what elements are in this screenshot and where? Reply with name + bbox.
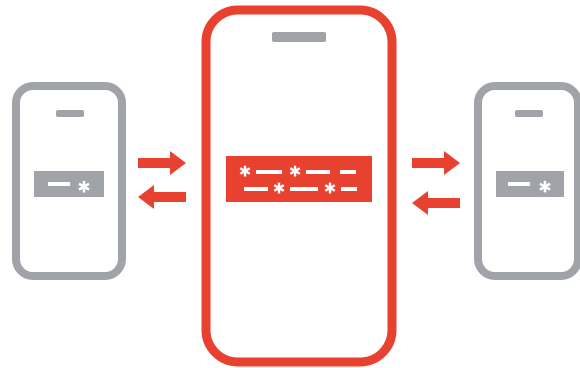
right-phone-icon: ✱ [474,82,580,280]
right-phone-dash [508,182,530,186]
right-exchange-arrows-icon [412,151,460,215]
code-dash [306,170,330,174]
code-asterisk-icon: ✱ [239,163,252,181]
phone-code-exchange-diagram: ✱ ✱ ✱ ✱ ✱ ✱ [12,5,580,367]
code-dash [290,187,318,191]
center-phone-code-field: ✱ ✱ ✱ ✱ [226,156,372,202]
code-asterisk-icon: ✱ [324,180,337,198]
left-phone-code-field: ✱ [34,171,104,197]
right-phone-asterisk-icon: ✱ [538,178,551,197]
center-phone-icon: ✱ ✱ ✱ ✱ [201,5,397,367]
code-dash [256,170,282,174]
right-arrow-right-icon [412,151,460,175]
code-asterisk-icon: ✱ [273,180,286,198]
left-phone-icon: ✱ [12,82,126,280]
code-dash [244,187,268,191]
right-phone-code-field: ✱ [496,171,564,197]
left-exchange-arrows-icon [138,151,186,209]
left-arrow-right-icon [138,151,186,175]
left-phone-dash [48,182,70,186]
code-dash [341,187,357,191]
left-arrow-left-icon [138,185,186,209]
code-asterisk-icon: ✱ [289,163,302,181]
right-arrow-left-icon [412,191,460,215]
right-phone-speaker [515,110,543,117]
left-phone-speaker [56,110,84,117]
left-phone-asterisk-icon: ✱ [77,178,90,197]
center-phone-speaker [272,32,326,42]
code-dash [340,170,356,174]
